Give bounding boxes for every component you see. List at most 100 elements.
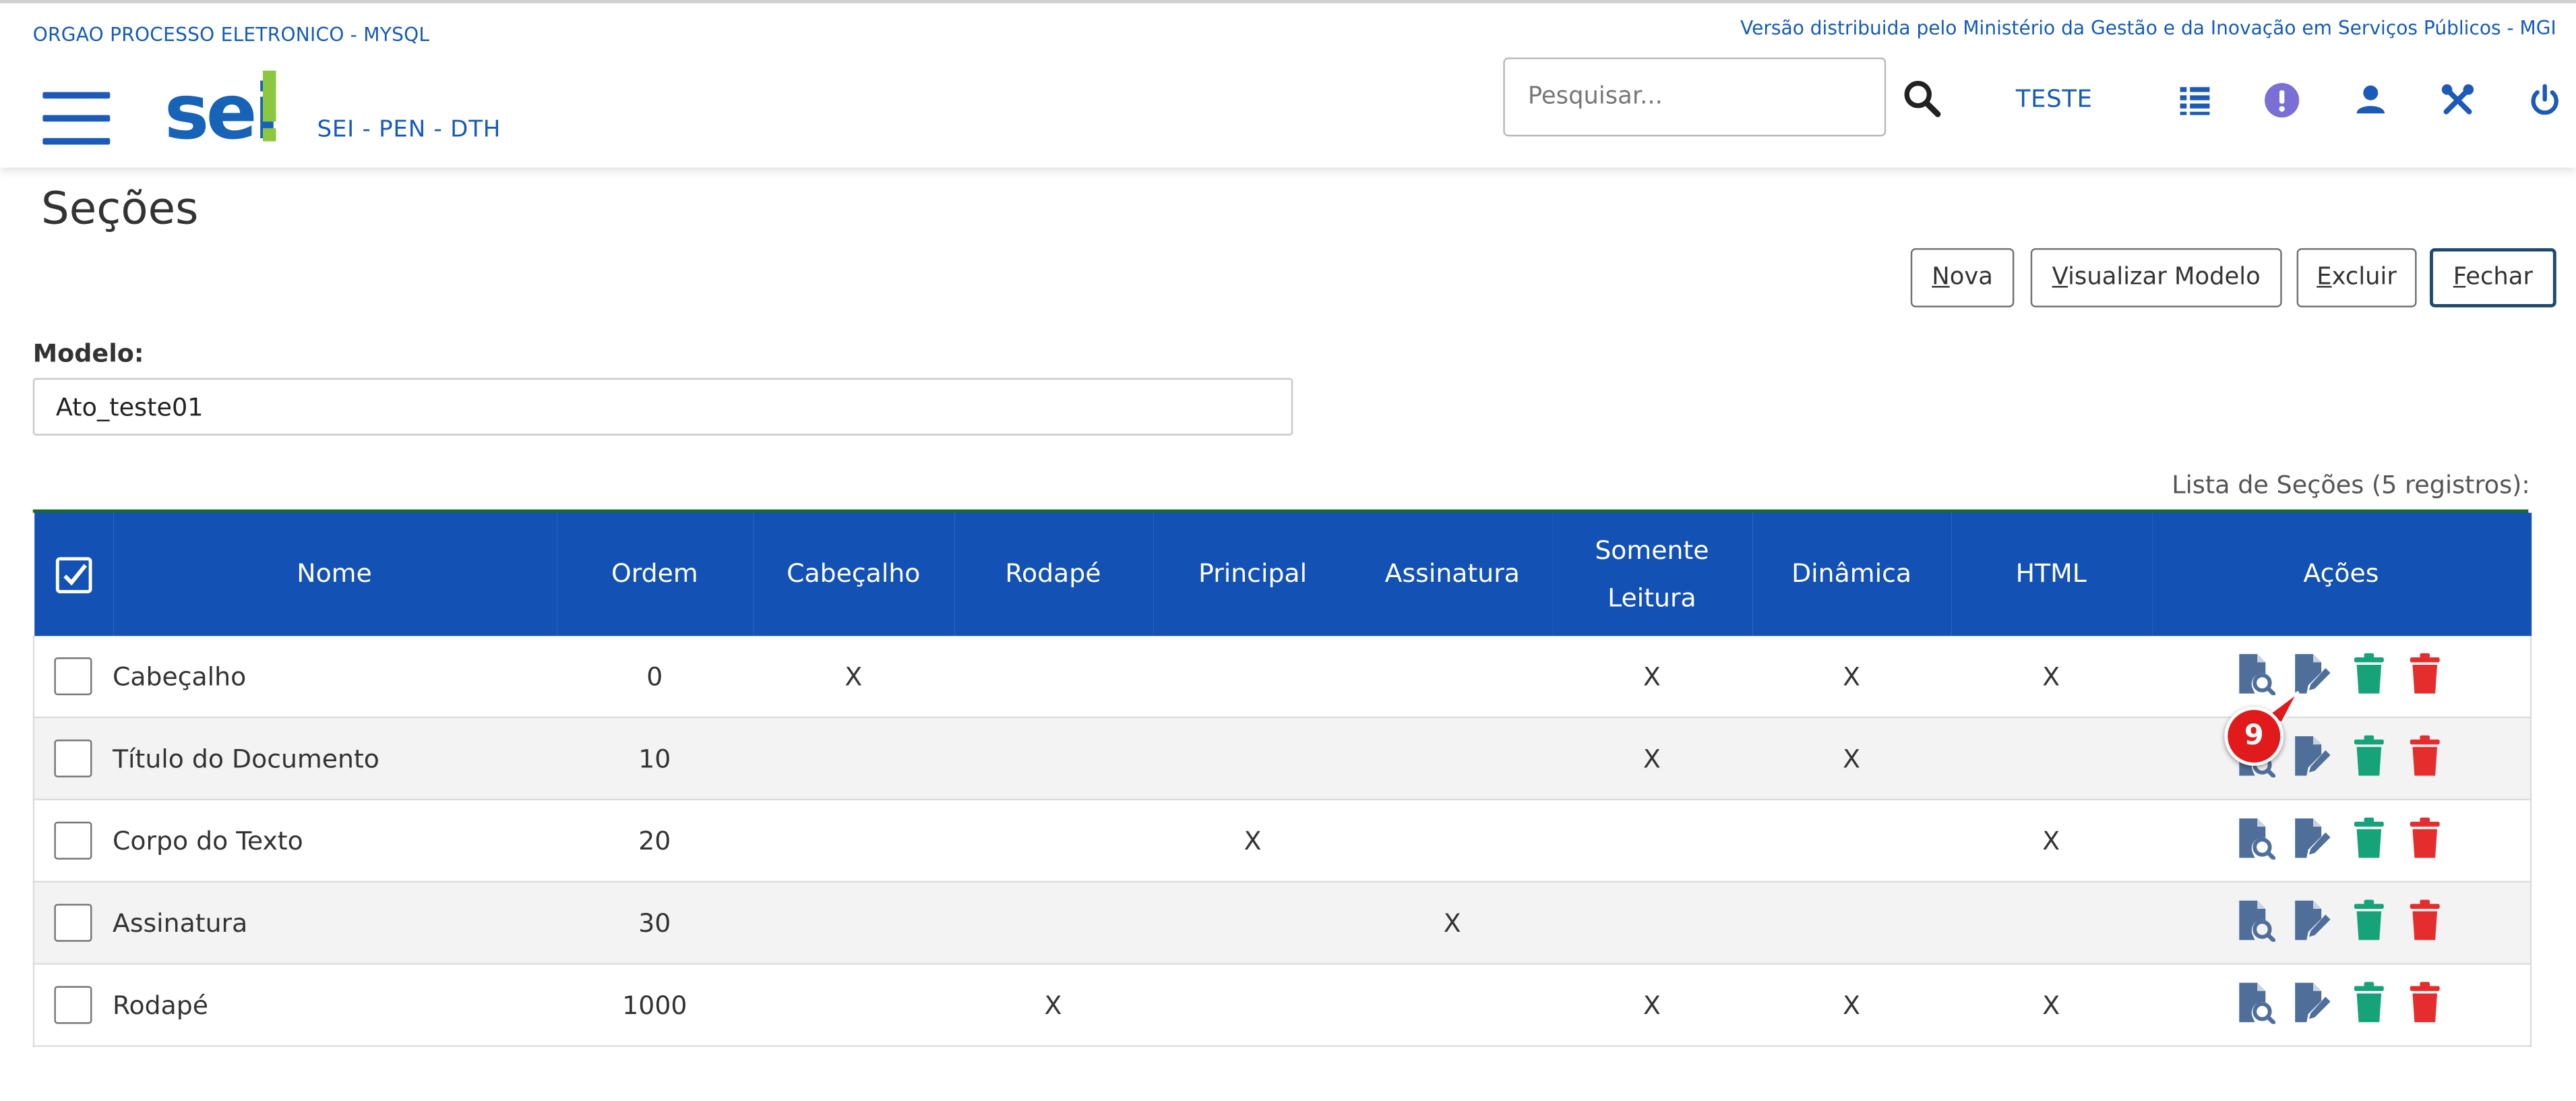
col-somente-line2: Leitura: [1607, 583, 1696, 612]
cell-ordem: 30: [556, 881, 754, 965]
delete-trash-icon[interactable]: [2405, 980, 2443, 1023]
cell-dinamica: X: [1752, 963, 1951, 1047]
cell-acoes: [2151, 799, 2532, 883]
deactivate-trash-icon[interactable]: [2350, 980, 2387, 1023]
deactivate-trash-icon[interactable]: [2350, 734, 2387, 776]
cell-acoes: [2151, 717, 2532, 801]
user-icon[interactable]: [2353, 82, 2389, 119]
menu-icon[interactable]: [42, 92, 111, 145]
exclamation-icon[interactable]: [2264, 82, 2300, 119]
row-select-cell[interactable]: [32, 963, 113, 1047]
search-icon[interactable]: [1903, 79, 1942, 119]
cell-dinamica: [1752, 799, 1951, 883]
view-document-icon[interactable]: [2238, 816, 2277, 860]
table-row: Corpo do Texto 20 X X: [32, 799, 2532, 883]
cell-nome: Cabeçalho: [112, 636, 557, 719]
cell-somente: X: [1552, 717, 1752, 801]
cell-acoes: [2151, 636, 2532, 719]
cell-nome: Rodapé: [112, 963, 557, 1047]
svg-text:sei: sei: [164, 69, 277, 148]
table-row: Título do Documento 10 X X: [32, 717, 2532, 801]
system-subtitle: SEI - PEN - DTH: [317, 117, 501, 144]
cell-nome: Corpo do Texto: [112, 799, 557, 883]
table-row: Cabeçalho 0 X X X X: [32, 636, 2532, 719]
visualizar-modelo-button[interactable]: Visualizar Modelo: [2030, 248, 2282, 307]
table-header-row: Nome Ordem Cabeçalho Rodapé Principal As…: [33, 512, 2531, 636]
delete-trash-icon[interactable]: [2405, 898, 2443, 941]
annotation-marker: 9: [2224, 707, 2284, 766]
col-acoes: Ações: [2151, 512, 2531, 636]
power-icon[interactable]: [2527, 82, 2563, 119]
nova-button[interactable]: Nova: [1910, 248, 2015, 307]
select-all-header[interactable]: [33, 512, 113, 636]
select-all-checkbox-icon[interactable]: [53, 555, 93, 595]
edit-document-icon[interactable]: [2294, 734, 2331, 776]
row-select-cell[interactable]: [32, 799, 113, 883]
col-somente-leitura: Somente Leitura: [1552, 512, 1752, 636]
cell-principal: [1152, 636, 1353, 719]
deactivate-trash-icon[interactable]: [2350, 651, 2387, 694]
cell-html: [1951, 717, 2151, 801]
row-checkbox[interactable]: [55, 821, 93, 860]
cell-html: X: [1951, 963, 2151, 1047]
row-checkbox[interactable]: [55, 739, 93, 777]
cell-somente: X: [1552, 636, 1752, 719]
view-document-icon[interactable]: [2238, 898, 2277, 942]
cell-rodape: [953, 881, 1153, 965]
cell-html: [1951, 881, 2151, 965]
cell-ordem: 0: [556, 636, 754, 719]
sei-logo[interactable]: sei: [164, 66, 283, 156]
row-checkbox[interactable]: [55, 657, 93, 696]
cell-acoes: [2151, 881, 2532, 965]
modelo-field[interactable]: [32, 378, 1293, 436]
cell-dinamica: X: [1752, 636, 1951, 719]
col-cabecalho: Cabeçalho: [753, 512, 954, 636]
col-dinamica: Dinâmica: [1752, 512, 1951, 636]
cell-cabecalho: [753, 881, 954, 965]
cell-rodape: [953, 717, 1153, 801]
row-select-cell[interactable]: [32, 717, 113, 801]
col-assinatura: Assinatura: [1353, 512, 1552, 636]
delete-trash-icon[interactable]: [2405, 816, 2443, 858]
cell-cabecalho: X: [753, 636, 954, 719]
cell-dinamica: X: [1752, 717, 1951, 801]
deactivate-trash-icon[interactable]: [2350, 898, 2387, 941]
page-title: Seções: [40, 184, 199, 235]
cell-nome: Título do Documento: [112, 717, 557, 801]
grid-list-icon[interactable]: [2177, 82, 2213, 119]
cell-assinatura: X: [1353, 881, 1552, 965]
cell-cabecalho: [753, 963, 954, 1047]
edit-document-icon[interactable]: [2294, 816, 2331, 858]
cell-ordem: 1000: [556, 963, 754, 1047]
row-select-cell[interactable]: [32, 636, 113, 719]
list-caption: Lista de Seções (5 registros):: [2172, 470, 2530, 500]
cell-somente: [1552, 799, 1752, 883]
unit-selector[interactable]: TESTE: [2016, 87, 2093, 113]
col-nome: Nome: [112, 512, 557, 636]
delete-trash-icon[interactable]: [2405, 734, 2443, 776]
cell-principal: [1152, 881, 1353, 965]
edit-document-icon[interactable]: [2294, 898, 2331, 941]
cell-somente: [1552, 881, 1752, 965]
search-input[interactable]: [1503, 57, 1887, 137]
cell-assinatura: [1353, 717, 1552, 801]
org-name: ORGAO PROCESSO ELETRONICO - MYSQL: [32, 23, 430, 47]
row-checkbox[interactable]: [55, 986, 93, 1024]
fechar-button[interactable]: Fechar: [2430, 248, 2556, 307]
deactivate-trash-icon[interactable]: [2350, 816, 2387, 858]
cell-assinatura: [1353, 799, 1552, 883]
col-principal: Principal: [1152, 512, 1353, 636]
cell-rodape: X: [953, 963, 1153, 1047]
row-checkbox[interactable]: [55, 903, 93, 942]
col-html: HTML: [1951, 512, 2151, 636]
table-row: Rodapé 1000 X X X X: [32, 963, 2532, 1047]
excluir-button[interactable]: Excluir: [2296, 248, 2417, 307]
cell-rodape: [953, 799, 1153, 883]
version-text: Versão distribuida pelo Ministério da Ge…: [1740, 16, 2556, 40]
view-document-icon[interactable]: [2238, 980, 2277, 1024]
delete-trash-icon[interactable]: [2405, 651, 2443, 694]
row-select-cell[interactable]: [32, 881, 113, 965]
cell-cabecalho: [753, 799, 954, 883]
tools-icon[interactable]: [2440, 82, 2476, 119]
edit-document-icon[interactable]: [2294, 980, 2331, 1023]
